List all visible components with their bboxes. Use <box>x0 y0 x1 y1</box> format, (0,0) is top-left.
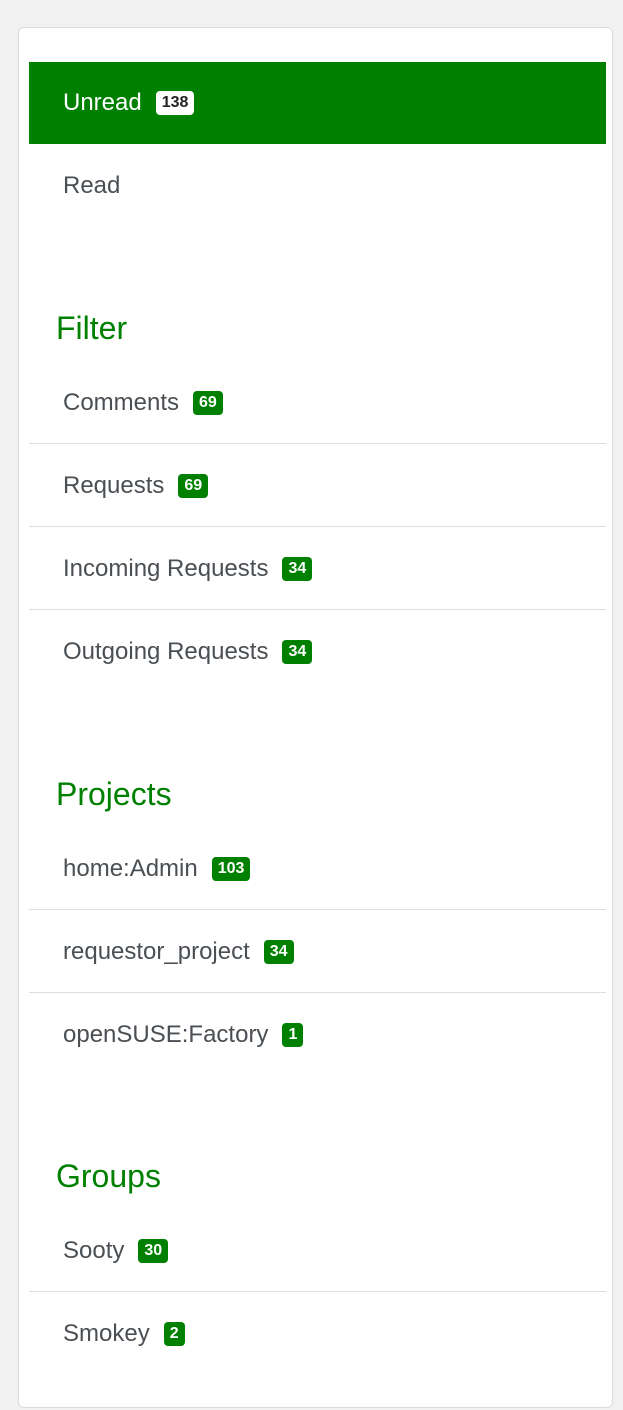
nav-item-unread[interactable]: Unread 138 <box>29 62 606 144</box>
count-badge: 34 <box>282 640 313 664</box>
nav-item-label: openSUSE:Factory <box>63 1021 269 1048</box>
count-badge: 138 <box>155 91 195 115</box>
nav-item-requests[interactable]: Requests 69 <box>29 445 606 527</box>
nav-item-project-home-admin[interactable]: home:Admin 103 <box>29 828 606 910</box>
nav-item-project-requestor-project[interactable]: requestor_project 34 <box>29 911 606 993</box>
nav-item-group-smokey[interactable]: Smokey 2 <box>29 1293 606 1375</box>
nav-item-label: Incoming Requests <box>63 554 269 582</box>
nav-item-label: Read <box>63 172 121 199</box>
nav-item-label: Unread <box>63 89 142 116</box>
nav-item-project-opensuse-factory[interactable]: openSUSE:Factory 1 <box>29 994 606 1076</box>
nav-item-label: Sooty <box>63 1236 125 1264</box>
count-badge: 69 <box>178 473 209 498</box>
filter-heading: Filter <box>56 310 128 346</box>
count-badge: 34 <box>282 556 313 581</box>
count-badge: 69 <box>193 390 223 415</box>
nav-item-incoming-requests[interactable]: Incoming Requests 34 <box>29 528 606 610</box>
nav-item-label: Requests <box>63 471 165 499</box>
nav-item-comments[interactable]: Comments 69 <box>29 362 606 444</box>
count-badge: 2 <box>163 1322 185 1346</box>
nav-item-label: Smokey <box>63 1320 150 1347</box>
nav-item-group-sooty[interactable]: Sooty 30 <box>29 1210 606 1292</box>
nav-item-label: requestor_project <box>63 937 250 965</box>
count-badge: 1 <box>282 1023 304 1047</box>
count-badge: 34 <box>263 939 294 964</box>
count-badge: 103 <box>211 856 251 881</box>
nav-item-label: Outgoing Requests <box>63 638 269 665</box>
notifications-filter-panel: Unread 138 Read Filter Comments 69 Reque… <box>18 27 613 1408</box>
count-badge: 30 <box>138 1238 169 1263</box>
projects-heading: Projects <box>56 776 172 812</box>
nav-item-outgoing-requests[interactable]: Outgoing Requests 34 <box>29 611 606 693</box>
nav-item-label: Comments <box>63 388 180 416</box>
nav-item-read[interactable]: Read <box>29 145 606 227</box>
groups-heading: Groups <box>56 1158 161 1194</box>
nav-item-label: home:Admin <box>63 854 198 882</box>
